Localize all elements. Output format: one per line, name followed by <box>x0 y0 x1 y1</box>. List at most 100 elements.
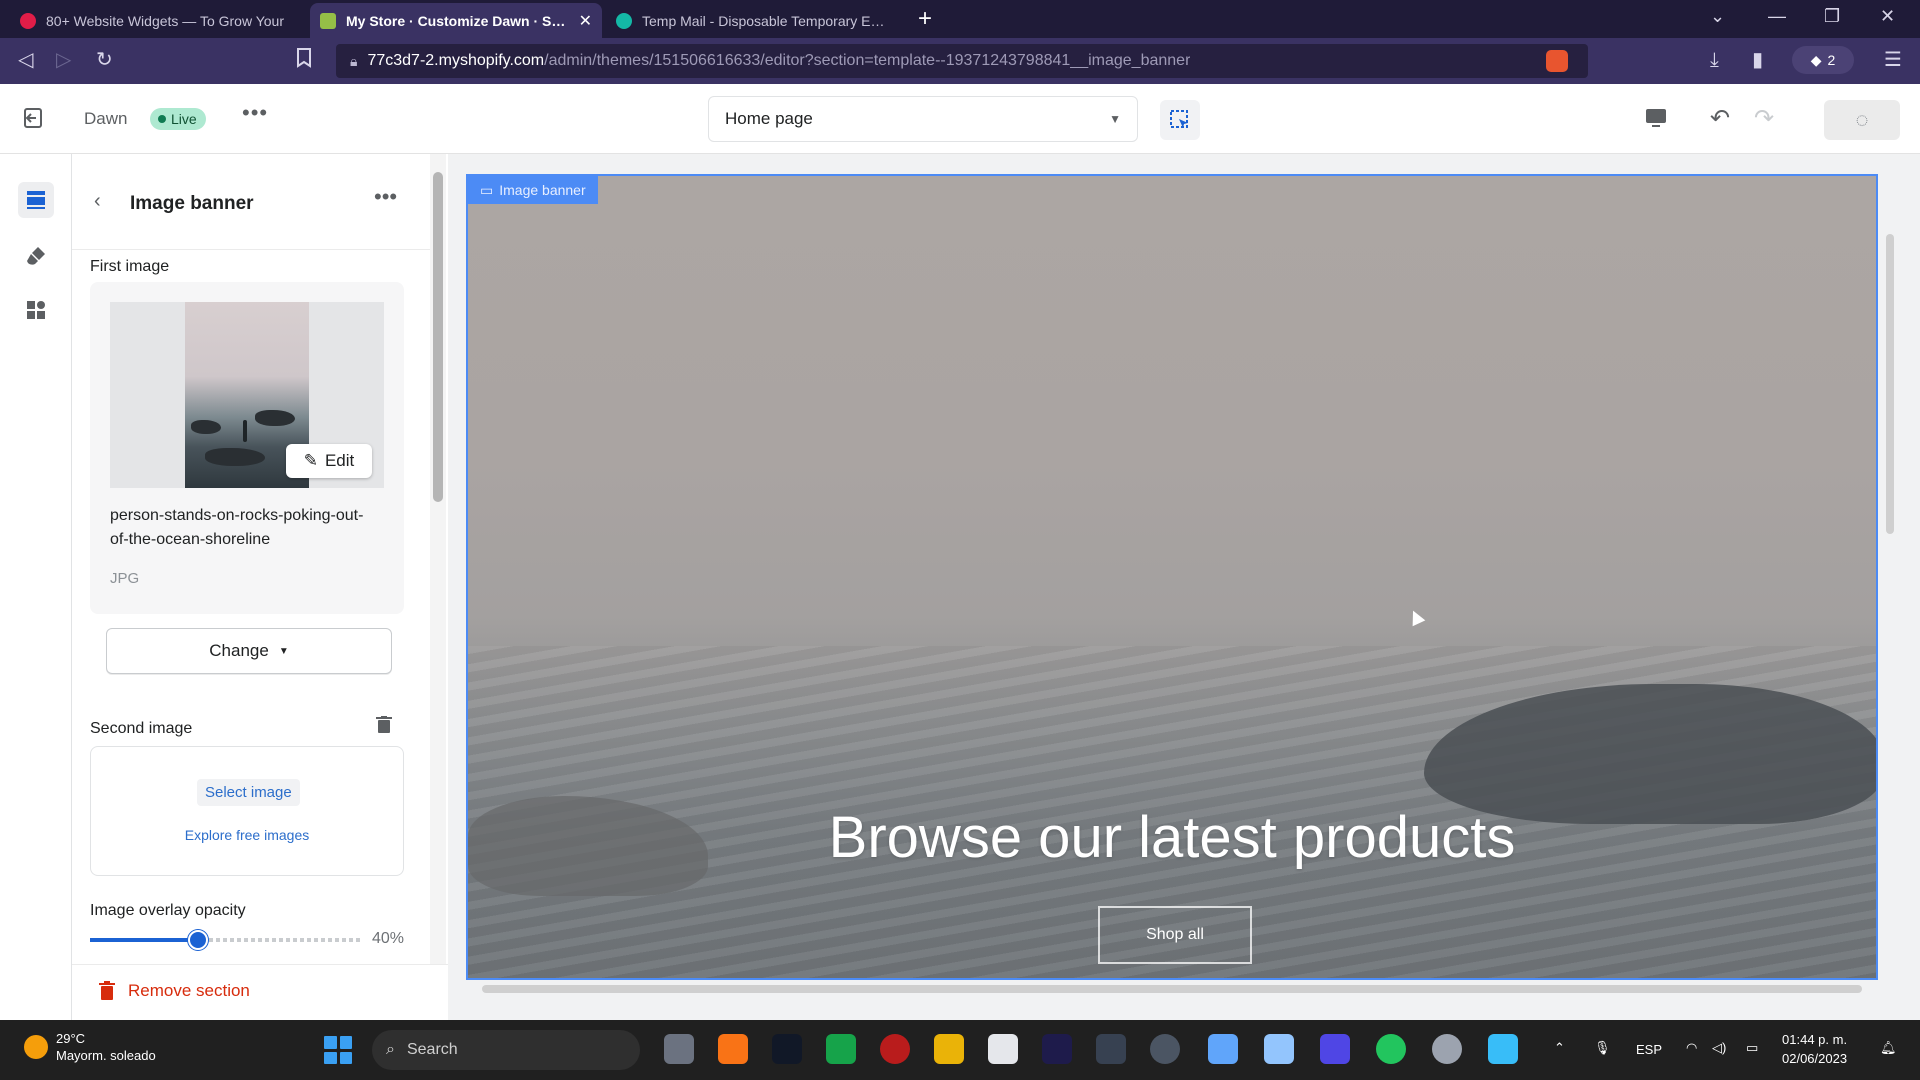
store-icon[interactable] <box>1264 1034 1294 1064</box>
redo-icon[interactable]: ↷ <box>1754 106 1774 132</box>
slider-thumb[interactable] <box>188 930 208 950</box>
brush-icon <box>27 247 45 265</box>
close-tab-icon[interactable]: ✕ <box>579 11 592 31</box>
tab-search-icon[interactable]: ⌄ <box>1710 6 1725 27</box>
temperature: 29°C <box>56 1031 86 1046</box>
wifi-icon[interactable]: ◠ <box>1686 1040 1697 1056</box>
taskbar-search[interactable]: ⌕ Search <box>372 1030 640 1070</box>
address-bar[interactable]: 🔒︎ 77c3d7-2.myshopify.com/admin/themes/1… <box>336 44 1588 78</box>
explore-free-images-link[interactable]: Explore free images <box>91 827 403 843</box>
theme-settings-tab[interactable] <box>18 238 54 274</box>
camtasia-icon[interactable] <box>826 1034 856 1064</box>
reload-icon[interactable]: ↻ <box>96 48 113 72</box>
download-icon[interactable]: ⤓ <box>1710 48 1719 72</box>
language-indicator[interactable]: ESP <box>1636 1042 1662 1057</box>
save-button[interactable]: ◌ <box>1824 100 1900 140</box>
brave-shield-icon[interactable] <box>1546 50 1568 72</box>
browser-tab-strip: 80+ Website Widgets — To Grow Your My St… <box>0 0 1920 38</box>
start-button[interactable] <box>324 1036 352 1064</box>
banner-heading[interactable]: Browse our latest products <box>468 804 1876 871</box>
browser-tab-shopify[interactable]: My Store · Customize Dawn · Shopify ✕ <box>310 3 602 38</box>
editor-app-icon[interactable] <box>1320 1034 1350 1064</box>
remove-section-button[interactable]: Remove section <box>98 981 250 1001</box>
section-tag: ▭ Image banner <box>468 176 598 204</box>
weather-widget[interactable]: 29°C Mayorm. soleado <box>24 1030 156 1064</box>
panel-title: Image banner <box>130 193 254 214</box>
section-actions-icon[interactable]: ••• <box>374 184 397 210</box>
select-image-button[interactable]: Select image <box>197 779 300 806</box>
tab-favicon-icon <box>616 12 632 29</box>
search-icon: ⌕ <box>386 1041 395 1058</box>
capcut-icon[interactable] <box>988 1034 1018 1064</box>
chrome-icon[interactable] <box>1150 1034 1180 1064</box>
forward-icon[interactable]: ▷ <box>56 48 71 72</box>
file-explorer-icon[interactable] <box>934 1034 964 1064</box>
live-dot-icon <box>158 115 166 123</box>
wallet-icon: ◆ <box>1810 51 1822 68</box>
preview-scroll-thumb[interactable] <box>482 985 1862 993</box>
overlay-opacity-slider[interactable] <box>90 930 360 950</box>
notifications-icon[interactable]: 🔔︎ <box>1880 1040 1897 1056</box>
preview-scroll-thumb[interactable] <box>1886 234 1894 534</box>
app-embeds-tab[interactable] <box>18 292 54 328</box>
taskbar-clock[interactable]: 01:44 p. m. 02/06/2023 <box>1782 1030 1847 1068</box>
restore-icon[interactable]: ❐ <box>1824 6 1840 27</box>
desktop-preview-icon[interactable] <box>1644 106 1668 136</box>
shop-all-button[interactable]: Shop all <box>1098 906 1252 964</box>
theme-actions-icon[interactable]: ••• <box>242 100 268 126</box>
second-image-card: Select image Explore free images <box>90 746 404 876</box>
menu-icon[interactable]: ☰ <box>1884 48 1902 72</box>
task-view-icon[interactable] <box>664 1034 694 1064</box>
settings-icon[interactable] <box>1432 1034 1462 1064</box>
brave-browser-icon[interactable] <box>718 1034 748 1064</box>
second-image-label: Second image <box>90 720 193 737</box>
live-badge: Live <box>150 108 206 130</box>
page-selector[interactable]: Home page ▼ <box>708 96 1138 142</box>
image-banner-preview[interactable]: ▭ Image banner Browse our latest product… <box>466 174 1878 980</box>
telegram-icon[interactable] <box>1488 1034 1518 1064</box>
microphone-icon[interactable]: 🎙︎ <box>1594 1040 1611 1056</box>
panel-header: ‹ Image banner ••• <box>72 154 432 250</box>
bookmark-icon[interactable] <box>296 48 312 74</box>
preview-horizontal-scrollbar[interactable] <box>466 982 1878 996</box>
edit-image-button[interactable]: ✎ Edit <box>286 444 372 478</box>
obs-icon[interactable] <box>1096 1034 1126 1064</box>
close-window-icon[interactable]: ✕ <box>1880 6 1895 27</box>
preview-vertical-scrollbar[interactable] <box>1882 174 1898 980</box>
image-file-name: person-stands-on-rocks-poking-out-of-the… <box>110 507 364 548</box>
opera-icon[interactable] <box>880 1034 910 1064</box>
spotify-icon[interactable] <box>1376 1034 1406 1064</box>
browser-tab-tempmail[interactable]: Temp Mail - Disposable Temporary Email <box>606 3 906 38</box>
tray-chevron-icon[interactable]: ⌃ <box>1554 1040 1565 1056</box>
exit-icon[interactable] <box>22 106 48 132</box>
caret-down-icon: ▼ <box>278 645 289 657</box>
mail-icon[interactable] <box>1208 1034 1238 1064</box>
first-image-card: ✎ Edit person-stands-on-rocks-poking-out… <box>90 282 404 614</box>
volume-icon[interactable]: ◁) <box>1712 1040 1726 1056</box>
panel-scrollbar[interactable] <box>430 154 446 964</box>
tab-favicon-icon <box>20 12 36 29</box>
back-arrow-icon[interactable]: ‹ <box>94 190 101 213</box>
minimize-icon[interactable]: — <box>1768 6 1786 27</box>
change-image-button[interactable]: Change ▼ <box>106 628 392 674</box>
premiere-pro-icon[interactable] <box>1042 1034 1072 1064</box>
trash-icon[interactable] <box>376 716 392 739</box>
weather-description: Mayorm. soleado <box>56 1048 156 1063</box>
url-path: /admin/themes/151506616633/editor?sectio… <box>544 52 1191 69</box>
sections-tab[interactable] <box>18 182 54 218</box>
browser-tab-widgets[interactable]: 80+ Website Widgets — To Grow Your <box>10 3 306 38</box>
terminal-icon[interactable] <box>772 1034 802 1064</box>
inspector-button[interactable] <box>1160 100 1200 140</box>
back-icon[interactable]: ◁ <box>18 48 33 72</box>
first-image-label: First image <box>90 258 170 275</box>
undo-icon[interactable]: ↶ <box>1710 106 1730 132</box>
change-label: Change <box>209 641 269 660</box>
section-tag-icon: ▭ <box>480 181 494 198</box>
extensions-button[interactable]: ◆ 2 <box>1792 46 1854 74</box>
battery-icon[interactable]: ▭ <box>1746 1040 1758 1056</box>
sidebar-toggle-icon[interactable]: ▮ <box>1752 48 1763 72</box>
new-tab-button[interactable]: + <box>918 6 932 32</box>
panel-scroll-thumb[interactable] <box>433 172 443 502</box>
search-label: Search <box>406 1041 458 1058</box>
windows-taskbar: 29°C Mayorm. soleado ⌕ Search ⌃ 🎙︎ ESP ◠… <box>0 1020 1920 1080</box>
